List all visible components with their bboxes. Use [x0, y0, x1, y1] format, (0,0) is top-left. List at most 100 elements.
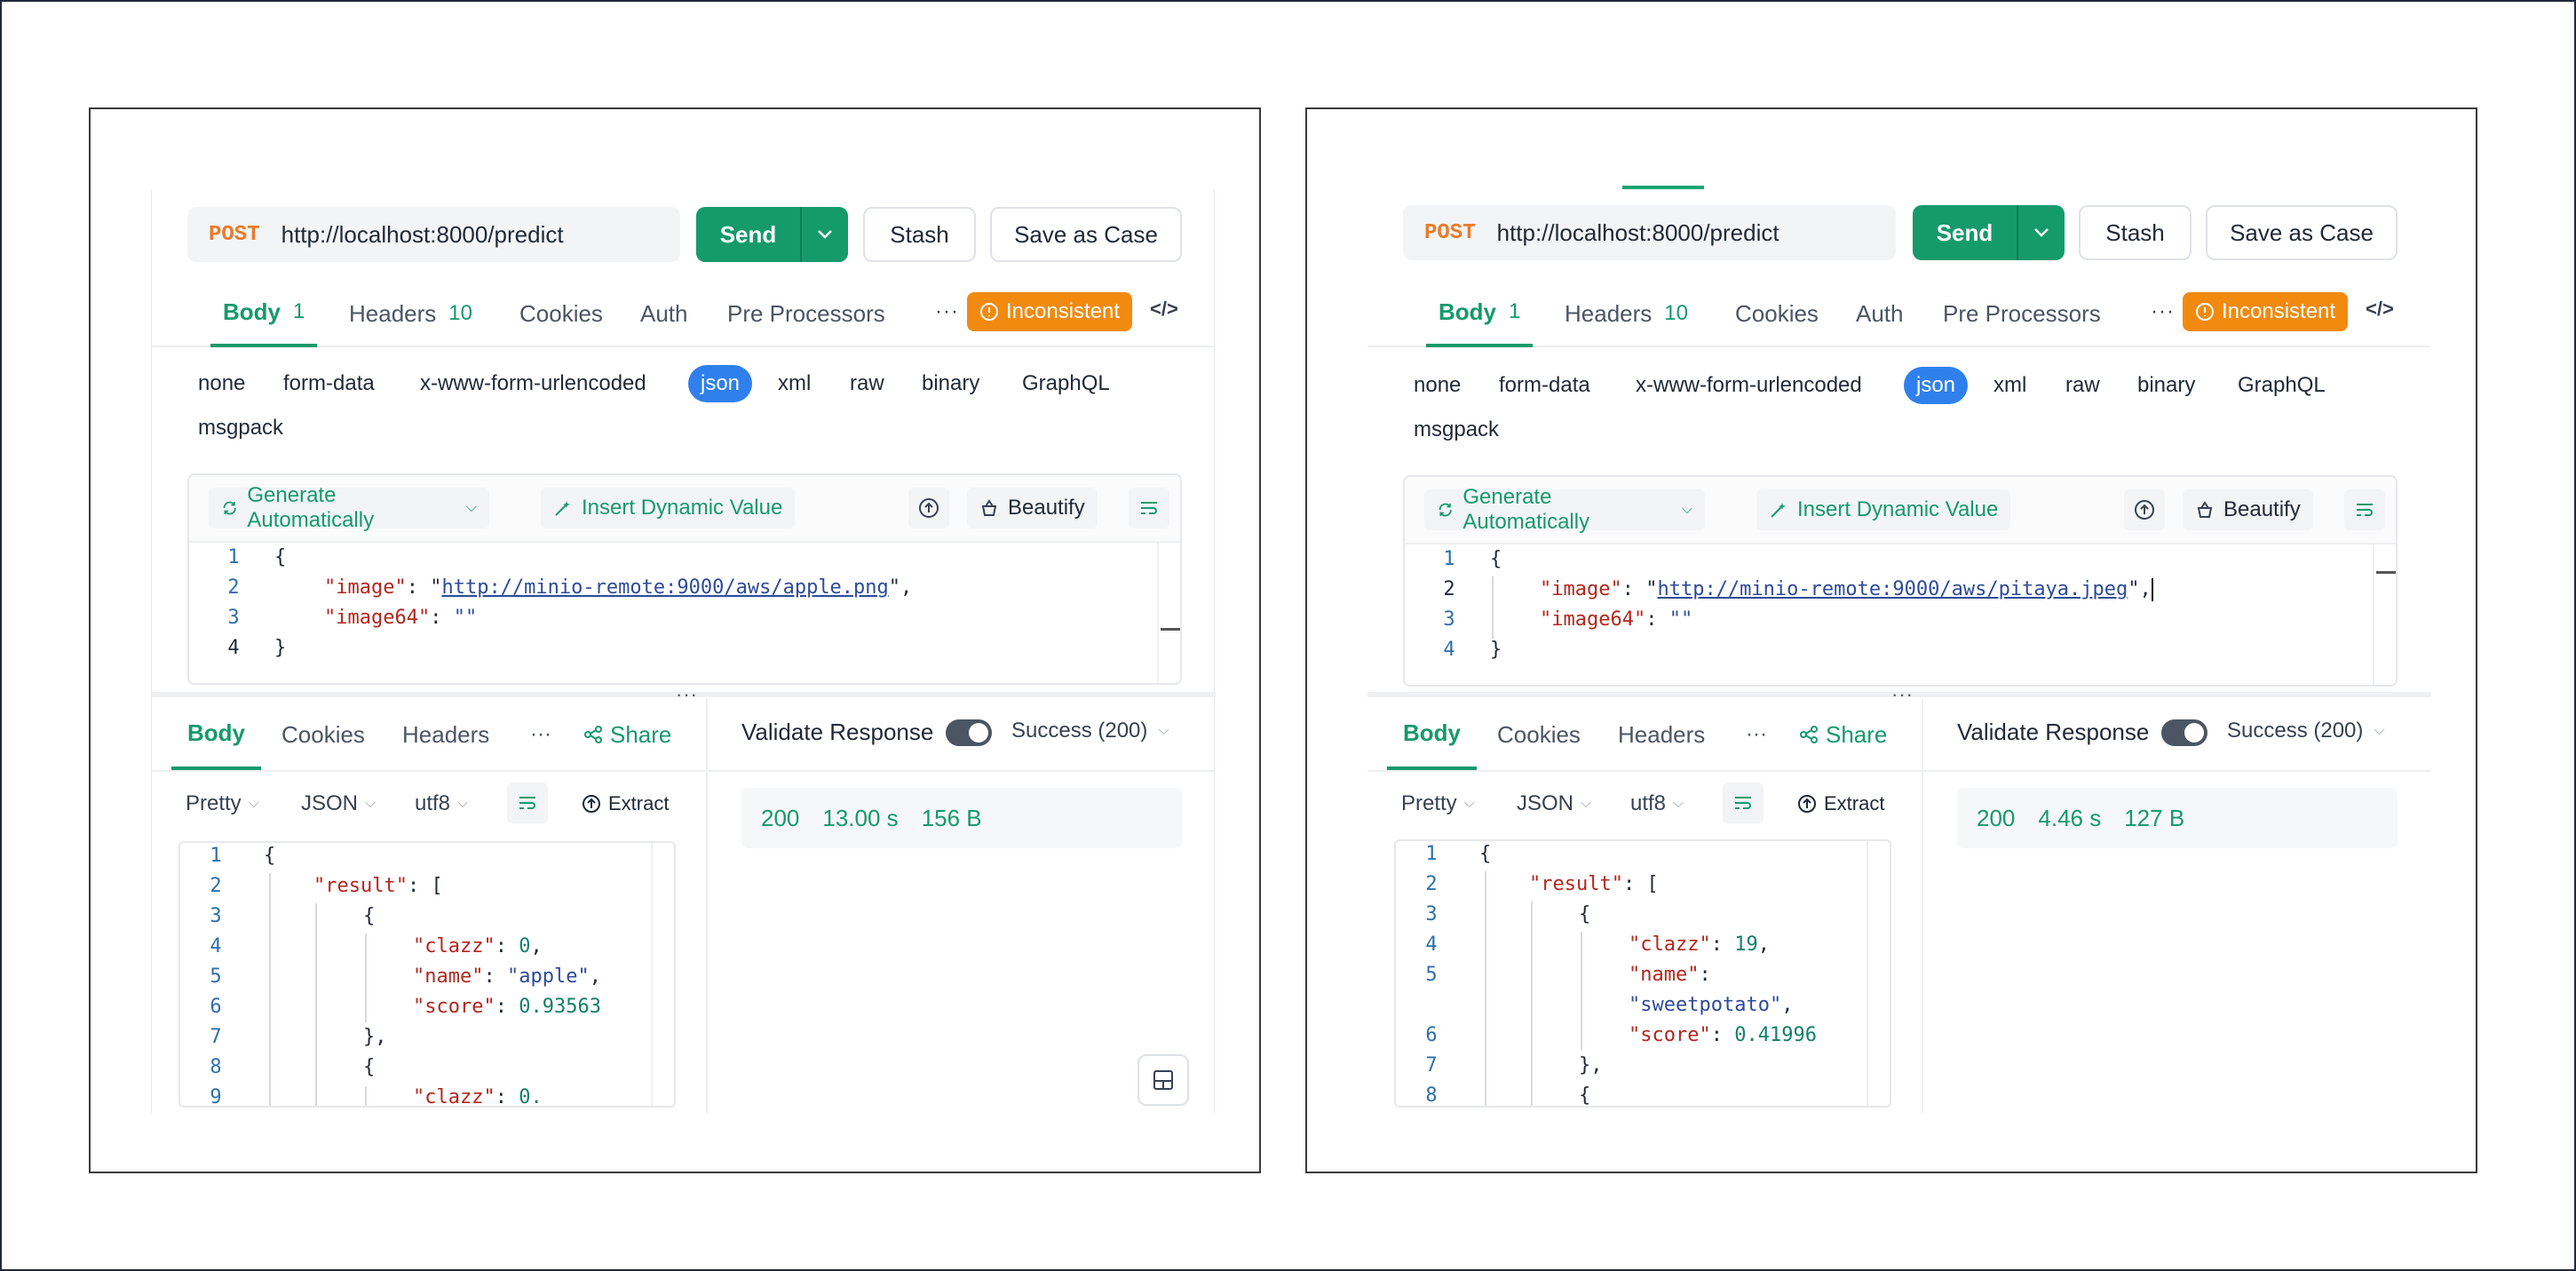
- response-tab-headers[interactable]: Headers: [1618, 699, 1705, 770]
- encoding-select[interactable]: utf8 ⌵: [415, 786, 468, 822]
- send-button[interactable]: Send: [696, 207, 802, 262]
- body-type-graphql[interactable]: GraphQL: [2238, 367, 2326, 404]
- tab-pre-processors[interactable]: Pre Processors: [1943, 280, 2101, 347]
- format-select[interactable]: JSON ⌵: [301, 786, 376, 822]
- body-type-msgpack[interactable]: msgpack: [1414, 411, 1499, 449]
- tab-pre-processors[interactable]: Pre Processors: [727, 280, 885, 347]
- inconsistent-badge[interactable]: Inconsistent: [2183, 292, 2349, 331]
- beautify-button[interactable]: Beautify: [2183, 489, 2313, 530]
- body-type-urlencoded[interactable]: x-www-form-urlencoded: [420, 365, 646, 402]
- url-input[interactable]: http://localhost:8000/predict: [281, 221, 564, 249]
- code-icon[interactable]: </>: [2366, 298, 2394, 321]
- body-type-urlencoded[interactable]: x-www-form-urlencoded: [1636, 367, 1862, 404]
- wrap-button[interactable]: [1129, 488, 1169, 528]
- code-icon[interactable]: </>: [1150, 298, 1178, 321]
- body-type-raw[interactable]: raw: [2065, 367, 2100, 404]
- insert-dynamic-value-button[interactable]: Insert Dynamic Value: [541, 488, 796, 528]
- chevron-down-icon[interactable]: ⌵: [1682, 502, 1692, 518]
- insert-dynamic-value-button[interactable]: Insert Dynamic Value: [1756, 489, 2011, 530]
- response-wrap-button[interactable]: [507, 782, 548, 823]
- pretty-label: Pretty: [186, 791, 242, 815]
- share-button[interactable]: Share: [1799, 699, 1887, 770]
- tab-cookies[interactable]: Cookies: [1735, 280, 1819, 347]
- validate-toggle[interactable]: [2161, 719, 2208, 746]
- generate-automatically-button[interactable]: Generate Automatically ⌵: [209, 483, 489, 532]
- editor-scrollbar[interactable]: [1157, 543, 1180, 683]
- url-bar[interactable]: POST http://localhost:8000/predict: [187, 207, 680, 262]
- body-type-none[interactable]: none: [1414, 367, 1461, 404]
- validate-toggle[interactable]: [946, 719, 993, 746]
- body-type-form-data[interactable]: form-data: [283, 365, 375, 402]
- response-tab-body[interactable]: Body: [171, 699, 261, 770]
- tab-auth[interactable]: Auth: [1856, 280, 1904, 347]
- body-type-graphql[interactable]: GraphQL: [1022, 365, 1110, 402]
- body-type-none[interactable]: none: [198, 365, 245, 402]
- response-code[interactable]: 1 2 3 4 5 6 7 8 { "result": [ { "clazz":…: [1394, 839, 1891, 1108]
- save-as-case-button[interactable]: Save as Case: [2206, 205, 2398, 260]
- success-select[interactable]: Success (200) ⌵: [2227, 719, 2385, 743]
- layout-button[interactable]: [1137, 1054, 1189, 1106]
- stash-button[interactable]: Stash: [2079, 205, 2192, 260]
- body-type-xml[interactable]: xml: [1993, 367, 2026, 404]
- response-more-button[interactable]: ···: [530, 699, 551, 770]
- share-label: Share: [1826, 720, 1888, 748]
- send-dropdown-button[interactable]: [802, 207, 848, 262]
- response-split-divider[interactable]: [1922, 699, 1923, 1113]
- json-string-link[interactable]: http://minio-remote:9000/aws/apple.png: [441, 576, 888, 599]
- body-type-msgpack[interactable]: msgpack: [198, 409, 283, 447]
- stash-button[interactable]: Stash: [863, 207, 976, 262]
- body-type-form-data[interactable]: form-data: [1499, 367, 1590, 404]
- response-scrollbar[interactable]: [651, 843, 674, 1106]
- chevron-down-icon[interactable]: ⌵: [466, 500, 477, 516]
- body-type-json[interactable]: json: [688, 365, 753, 402]
- response-tab-body[interactable]: Body: [1387, 699, 1477, 770]
- response-tab-cookies[interactable]: Cookies: [281, 699, 365, 770]
- inconsistent-badge[interactable]: Inconsistent: [967, 292, 1133, 331]
- body-type-binary[interactable]: binary: [2137, 367, 2195, 404]
- method-label[interactable]: POST: [1424, 221, 1476, 245]
- generate-automatically-button[interactable]: Generate Automatically ⌵: [1424, 485, 1705, 534]
- more-tabs-button[interactable]: ···: [935, 299, 959, 324]
- tab-body[interactable]: Body 1: [1426, 280, 1534, 347]
- upload-button[interactable]: [908, 488, 949, 528]
- extract-button[interactable]: Extract: [1797, 786, 1884, 822]
- json-key: "score": [413, 996, 495, 1018]
- response-wrap-button[interactable]: [1723, 782, 1764, 823]
- response-code[interactable]: 1 2 3 4 5 6 7 8 9 { "result": [ { "clazz…: [178, 841, 676, 1108]
- more-tabs-button[interactable]: ···: [2151, 299, 2175, 324]
- request-code[interactable]: 1 2 3 4 { "image": "http://minio-remote:…: [189, 543, 1180, 683]
- tab-headers[interactable]: Headers 10: [349, 280, 472, 347]
- response-more-button[interactable]: ···: [1746, 699, 1767, 770]
- body-type-xml[interactable]: xml: [778, 365, 811, 402]
- extract-button[interactable]: Extract: [582, 786, 669, 822]
- upload-button[interactable]: [2124, 489, 2165, 530]
- response-tab-cookies[interactable]: Cookies: [1497, 699, 1581, 770]
- method-label[interactable]: POST: [209, 223, 260, 247]
- request-code[interactable]: 1 2 3 4 { "image": "http://minio-remote:…: [1405, 544, 2396, 685]
- url-bar[interactable]: POST http://localhost:8000/predict: [1403, 205, 1896, 260]
- body-type-json[interactable]: json: [1904, 367, 1969, 404]
- pretty-select[interactable]: Pretty ⌵: [186, 786, 259, 822]
- response-scrollbar[interactable]: [1867, 841, 1890, 1106]
- body-type-binary[interactable]: binary: [922, 365, 979, 402]
- success-select[interactable]: Success (200) ⌵: [1011, 719, 1169, 743]
- send-dropdown-button[interactable]: [2018, 205, 2065, 260]
- save-as-case-button[interactable]: Save as Case: [990, 207, 1182, 262]
- send-button[interactable]: Send: [1913, 205, 2018, 260]
- beautify-button[interactable]: Beautify: [967, 488, 1098, 528]
- pretty-select[interactable]: Pretty ⌵: [1401, 786, 1475, 822]
- body-type-raw[interactable]: raw: [850, 365, 884, 402]
- tab-cookies[interactable]: Cookies: [519, 280, 603, 347]
- wrap-button[interactable]: [2344, 489, 2385, 530]
- tab-auth[interactable]: Auth: [640, 280, 688, 347]
- share-button[interactable]: Share: [583, 699, 671, 770]
- json-string-link[interactable]: http://minio-remote:9000/aws/pitaya.jpeg: [1657, 578, 2128, 600]
- tab-body[interactable]: Body 1: [210, 280, 318, 347]
- tab-headers[interactable]: Headers 10: [1565, 280, 1688, 347]
- encoding-select[interactable]: utf8 ⌵: [1630, 786, 1684, 822]
- response-tab-headers[interactable]: Headers: [402, 699, 489, 770]
- url-input[interactable]: http://localhost:8000/predict: [1497, 219, 1779, 247]
- editor-scrollbar[interactable]: [2373, 544, 2396, 685]
- format-select[interactable]: JSON ⌵: [1517, 786, 1591, 822]
- response-split-divider[interactable]: [706, 699, 708, 1113]
